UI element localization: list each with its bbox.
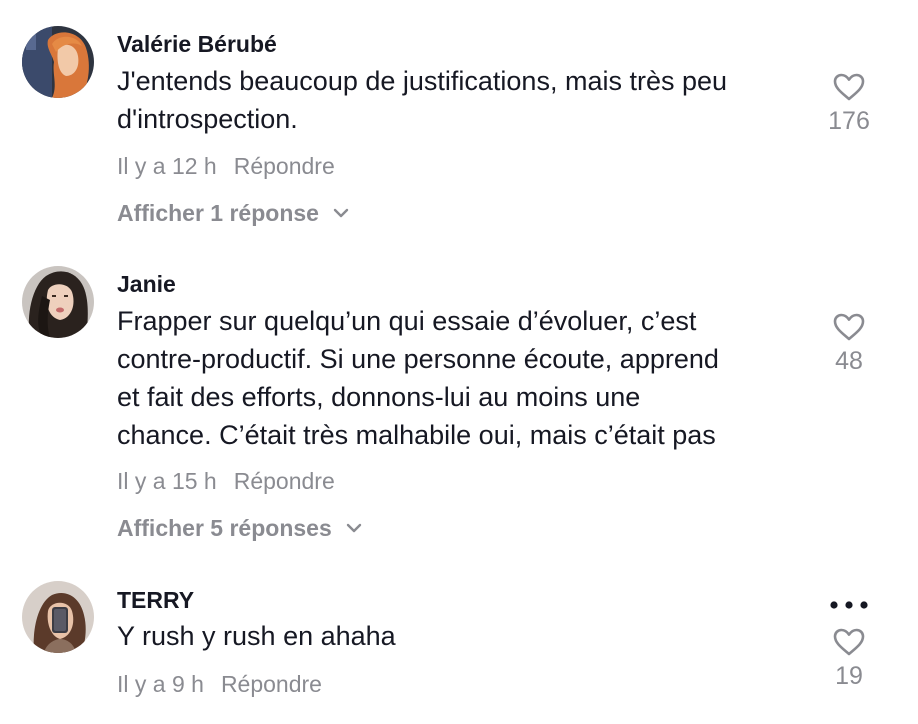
comment-text-line: et fait des efforts, donnons-lui au moin… (117, 382, 641, 412)
comment-item: TERRY Y rush y rush en ahaha Il y a 9 h R… (0, 555, 918, 724)
avatar-image (22, 581, 94, 653)
comment-timestamp: Il y a 12 h (117, 153, 217, 179)
view-replies-button[interactable]: Afficher 1 réponse (117, 199, 349, 227)
more-horizontal-icon[interactable] (826, 595, 872, 615)
comment-item: Valérie Bérubé J'entends beaucoup de jus… (0, 0, 918, 240)
avatar-image (22, 266, 94, 338)
like-button[interactable]: 48 (808, 312, 890, 376)
comment-text: J'entends beaucoup de justifications, ma… (117, 62, 807, 138)
comment-meta: Il y a 15 h Répondre (117, 467, 335, 495)
chevron-down-icon (334, 208, 349, 218)
like-count: 176 (828, 107, 870, 135)
avatar[interactable] (22, 581, 94, 653)
avatar[interactable] (22, 266, 94, 338)
avatar-image (22, 26, 94, 98)
like-button[interactable]: 19 (808, 627, 890, 691)
comment-text-line: chance. C’était très malhabile oui, mais… (117, 420, 716, 450)
comment-timestamp: Il y a 9 h (117, 671, 204, 697)
chevron-down-icon (346, 523, 362, 533)
reply-button[interactable]: Répondre (234, 153, 335, 179)
comment-text-line: d'introspection. (117, 104, 298, 134)
comment-meta: Il y a 12 h Répondre (117, 152, 335, 180)
comment-username[interactable]: Valérie Bérubé (117, 30, 277, 58)
view-replies-label: Afficher 5 réponses (117, 515, 332, 541)
view-replies-label: Afficher 1 réponse (117, 200, 319, 226)
view-replies-button[interactable]: Afficher 5 réponses (117, 514, 362, 542)
like-count: 48 (835, 347, 863, 375)
reply-button[interactable]: Répondre (221, 671, 322, 697)
comment-timestamp: Il y a 15 h (117, 468, 217, 494)
like-button[interactable]: 176 (808, 72, 890, 136)
comment-text: Y rush y rush en ahaha (117, 617, 807, 655)
comment-username[interactable]: TERRY (117, 586, 194, 614)
heart-outline-icon (833, 628, 865, 656)
comment-text-line: contre-productif. Si une personne écoute… (117, 344, 719, 374)
reply-button[interactable]: Répondre (234, 468, 335, 494)
comment-text: Frapper sur quelqu’un qui essaie d’évolu… (117, 302, 807, 454)
comment-text-line: Frapper sur quelqu’un qui essaie d’évolu… (117, 306, 697, 336)
comment-text-line: J'entends beaucoup de justifications, ma… (117, 66, 728, 96)
comment-text-line: Y rush y rush en ahaha (117, 621, 396, 651)
comment-meta: Il y a 9 h Répondre (117, 670, 322, 698)
like-count: 19 (835, 662, 863, 690)
comment-item: Janie Frapper sur quelqu’un qui essaie d… (0, 240, 918, 560)
avatar[interactable] (22, 26, 94, 98)
comment-username[interactable]: Janie (117, 270, 176, 298)
heart-outline-icon (833, 313, 865, 341)
heart-outline-icon (833, 73, 865, 101)
